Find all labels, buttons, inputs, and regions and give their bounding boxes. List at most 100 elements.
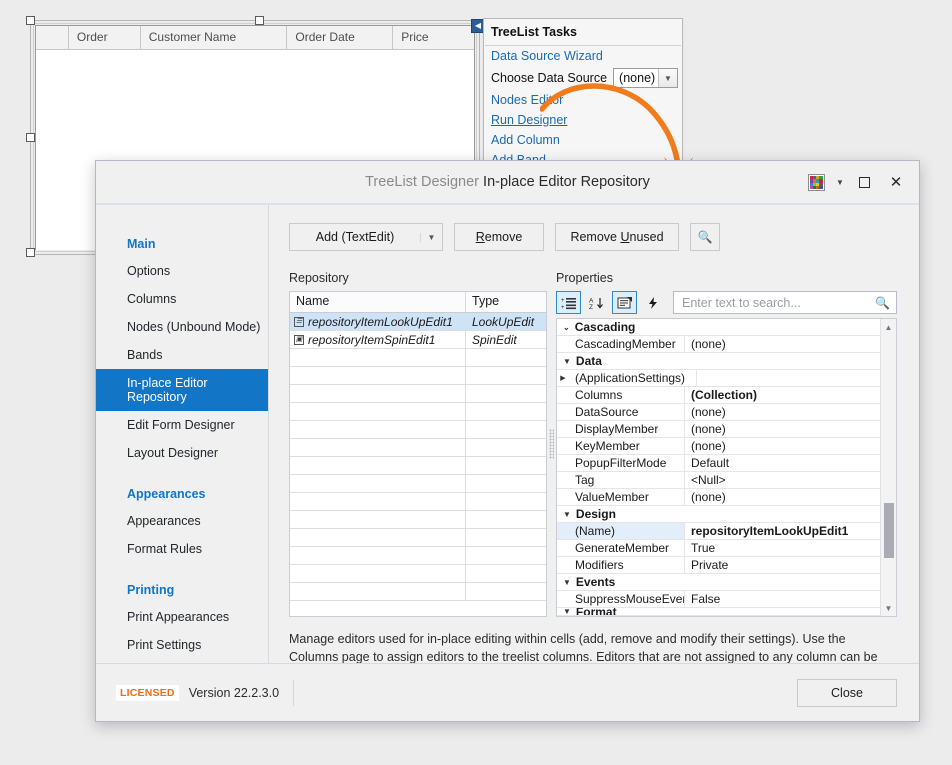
sidebar-item-print-settings[interactable]: Print Settings	[96, 631, 268, 659]
search-icon[interactable]: 🔍	[875, 296, 890, 310]
sidebar-item-bands[interactable]: Bands	[96, 341, 268, 369]
property-category-row[interactable]: ⌄Cascading	[557, 319, 880, 336]
pane-splitter[interactable]	[547, 271, 556, 617]
dialog-titlebar[interactable]: TreeList Designer In-place Editor Reposi…	[96, 161, 919, 204]
table-row-empty[interactable]	[290, 583, 546, 601]
treelist-column-order[interactable]: Order	[69, 26, 141, 49]
column-header-type[interactable]: Type	[466, 292, 546, 312]
properties-scrollbar[interactable]: ▲ ▼	[880, 319, 896, 616]
repository-grid[interactable]: Name Type ☰ repositoryItemLookUpEdit1 Lo…	[289, 291, 547, 617]
sidebar-item-in-place-editor-repository[interactable]: In-place Editor Repository	[96, 369, 268, 411]
property-value[interactable]: Default	[685, 455, 880, 471]
property-category-row[interactable]: ▼Data	[557, 353, 880, 370]
table-row-empty[interactable]	[290, 457, 546, 475]
property-row[interactable]: ▶(ApplicationSettings)	[557, 370, 880, 387]
table-row-empty[interactable]	[290, 529, 546, 547]
properties-grid[interactable]: ⌄CascadingCascadingMember(none)▼Data▶(Ap…	[556, 318, 897, 617]
property-value[interactable]: (none)	[685, 404, 880, 420]
property-category-row[interactable]: ▼Design	[557, 506, 880, 523]
sidebar-item-options[interactable]: Options	[96, 257, 268, 285]
events-icon[interactable]	[640, 291, 665, 314]
property-value[interactable]: <Null>	[685, 472, 880, 488]
triangle-down-icon[interactable]: ▼	[563, 510, 571, 519]
property-row[interactable]: ModifiersPrivate	[557, 557, 880, 574]
property-row[interactable]: (Name)repositoryItemLookUpEdit1	[557, 523, 880, 540]
alphabetical-sort-icon[interactable]: AZ	[584, 291, 609, 314]
task-link-add-column[interactable]: Add Column	[484, 130, 682, 150]
table-row-empty[interactable]	[290, 349, 546, 367]
add-editor-button[interactable]: Add (TextEdit) ▼	[289, 223, 443, 251]
property-value[interactable]	[697, 370, 880, 386]
search-button[interactable]: 🔍	[690, 223, 720, 251]
table-row-empty[interactable]	[290, 547, 546, 565]
chevron-down-icon[interactable]: ▼	[420, 233, 442, 242]
property-row[interactable]: CascadingMember(none)	[557, 336, 880, 353]
search-input[interactable]	[680, 295, 875, 311]
property-pages-icon[interactable]	[612, 291, 637, 314]
property-value[interactable]: True	[685, 540, 880, 556]
table-row[interactable]: ▣ repositoryItemSpinEdit1 SpinEdit	[290, 331, 546, 349]
resize-handle-top-center[interactable]	[255, 16, 264, 25]
sidebar-item-columns[interactable]: Columns	[96, 285, 268, 313]
scroll-down-arrow-icon[interactable]: ▼	[885, 600, 893, 616]
property-category-row[interactable]: ▼Format	[557, 608, 880, 616]
sidebar-item-appearances[interactable]: Appearances	[96, 507, 268, 535]
close-dialog-button[interactable]: Close	[797, 679, 897, 707]
task-link-run-designer[interactable]: Run Designer	[484, 110, 682, 130]
triangle-down-icon[interactable]: ▼	[563, 357, 571, 366]
property-value[interactable]: (none)	[685, 438, 880, 454]
remove-button[interactable]: Remove	[454, 223, 544, 251]
table-row-empty[interactable]	[290, 493, 546, 511]
sidebar-item-layout-designer[interactable]: Layout Designer	[96, 439, 268, 467]
resize-handle-top-left[interactable]	[26, 16, 35, 25]
property-value[interactable]: (Collection)	[685, 387, 880, 403]
property-row[interactable]: ValueMember(none)	[557, 489, 880, 506]
triangle-down-icon[interactable]: ▼	[563, 608, 571, 615]
sidebar-item-nodes-unbound-mode[interactable]: Nodes (Unbound Mode)	[96, 313, 268, 341]
categorized-icon[interactable]: ++	[556, 291, 581, 314]
property-value[interactable]: repositoryItemLookUpEdit1	[685, 523, 880, 539]
property-row[interactable]: DisplayMember(none)	[557, 421, 880, 438]
triangle-down-icon[interactable]: ▼	[563, 578, 571, 587]
property-value[interactable]: (none)	[685, 489, 880, 505]
sidebar-item-print-appearances[interactable]: Print Appearances	[96, 603, 268, 631]
data-source-combobox[interactable]: (none) ▼	[613, 68, 678, 88]
skin-selector-button[interactable]	[801, 168, 831, 198]
maximize-button[interactable]	[849, 168, 879, 198]
treelist-column-customer-name[interactable]: Customer Name	[141, 26, 288, 49]
remove-unused-button[interactable]: Remove Unused	[555, 223, 679, 251]
sidebar-item-format-rules[interactable]: Format Rules	[96, 535, 268, 563]
table-row-empty[interactable]	[290, 565, 546, 583]
chevron-down-icon[interactable]: ▼	[658, 69, 677, 87]
property-value[interactable]: False	[685, 591, 880, 607]
property-row[interactable]: SuppressMouseEventOnOutFalse	[557, 591, 880, 608]
column-header-name[interactable]: Name	[290, 292, 466, 312]
property-row[interactable]: Columns(Collection)	[557, 387, 880, 404]
property-category-row[interactable]: ▼Events	[557, 574, 880, 591]
expand-triangle-icon[interactable]: ▶	[557, 370, 569, 386]
task-link-data-source-wizard[interactable]: Data Source Wizard	[484, 46, 682, 66]
scrollbar-track[interactable]	[881, 335, 897, 600]
property-row[interactable]: DataSource(none)	[557, 404, 880, 421]
table-row-empty[interactable]	[290, 511, 546, 529]
sidebar-item-edit-form-designer[interactable]: Edit Form Designer	[96, 411, 268, 439]
table-row-empty[interactable]	[290, 421, 546, 439]
properties-search-box[interactable]: 🔍	[673, 291, 897, 314]
close-button[interactable]: ✕	[881, 168, 911, 198]
table-row-empty[interactable]	[290, 439, 546, 457]
resize-handle-bottom-left[interactable]	[26, 248, 35, 257]
treelist-column-price[interactable]: Price	[393, 26, 474, 49]
property-row[interactable]: KeyMember(none)	[557, 438, 880, 455]
task-link-nodes-editor[interactable]: Nodes Editor	[484, 90, 682, 110]
table-row-empty[interactable]	[290, 367, 546, 385]
property-value[interactable]: Private	[685, 557, 880, 573]
property-row[interactable]: PopupFilterModeDefault	[557, 455, 880, 472]
treelist-column-order-date[interactable]: Order Date	[287, 26, 393, 49]
property-value[interactable]: (none)	[685, 336, 880, 352]
property-row[interactable]: Tag<Null>	[557, 472, 880, 489]
scroll-up-arrow-icon[interactable]: ▲	[885, 319, 893, 335]
property-value[interactable]: (none)	[685, 421, 880, 437]
table-row-empty[interactable]	[290, 475, 546, 493]
chevron-down-icon[interactable]: ⌄	[563, 323, 570, 332]
table-row-empty[interactable]	[290, 403, 546, 421]
